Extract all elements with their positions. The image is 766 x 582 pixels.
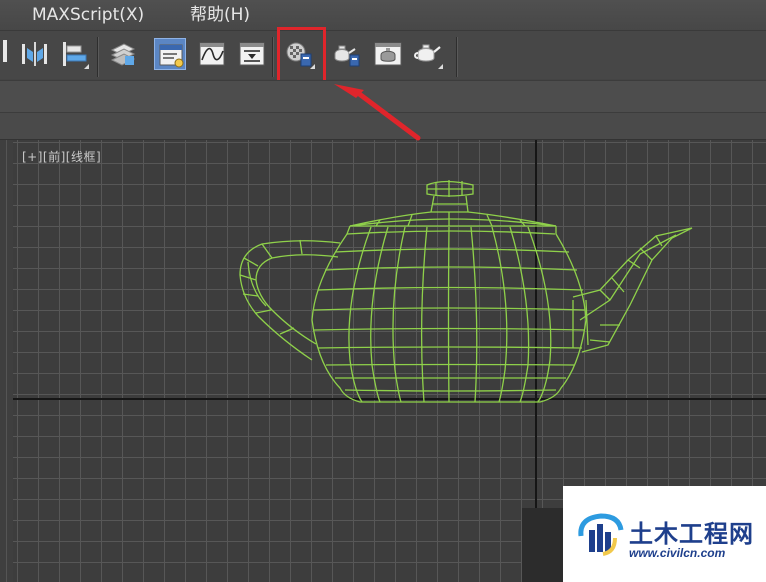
menu-help[interactable]: 帮助(H) xyxy=(186,4,254,26)
schematic-view-icon xyxy=(239,42,265,66)
watermark: 土木工程网 www.civilcn.com xyxy=(563,486,766,582)
layer-manager-button[interactable] xyxy=(106,38,138,70)
scene-explorer-button[interactable] xyxy=(154,38,186,70)
watermark-title: 土木工程网 xyxy=(629,520,754,548)
align-button[interactable] xyxy=(58,38,90,70)
curve-editor-button[interactable] xyxy=(196,38,228,70)
layer-manager-icon xyxy=(110,43,136,66)
mirror-button[interactable] xyxy=(18,38,50,70)
annotation-arrow xyxy=(334,84,421,141)
menu-bar: MAXScript(X) 帮助(H) xyxy=(0,0,766,31)
flyout-indicator xyxy=(438,64,443,69)
viewport-left-strip xyxy=(0,140,14,582)
render-production-button[interactable] xyxy=(412,38,444,70)
menu-maxscript[interactable]: MAXScript(X) xyxy=(28,4,148,26)
rendered-frame-window-icon xyxy=(374,42,402,66)
civilcn-logo-icon xyxy=(578,513,624,556)
toolbar-separator xyxy=(272,37,274,77)
schematic-view-button[interactable] xyxy=(236,38,268,70)
highlight-box xyxy=(277,27,326,85)
toolbar-separator xyxy=(456,37,458,77)
mirror-icon xyxy=(22,42,47,66)
curve-editor-icon xyxy=(199,42,225,66)
render-setup-button[interactable] xyxy=(330,38,362,70)
render-setup-icon xyxy=(334,45,360,67)
main-toolbar xyxy=(0,31,766,79)
watermark-url: www.civilcn.com xyxy=(629,546,726,560)
toolbar-separator xyxy=(97,37,99,77)
flyout-indicator xyxy=(84,64,89,69)
scene-explorer-icon xyxy=(159,44,184,68)
rendered-frame-window-button[interactable] xyxy=(372,38,404,70)
3dsmax-window: MAXScript(X) 帮助(H) [+][前][线框] 土木工程网 www.… xyxy=(0,0,766,582)
toolbar-edge xyxy=(3,40,7,62)
